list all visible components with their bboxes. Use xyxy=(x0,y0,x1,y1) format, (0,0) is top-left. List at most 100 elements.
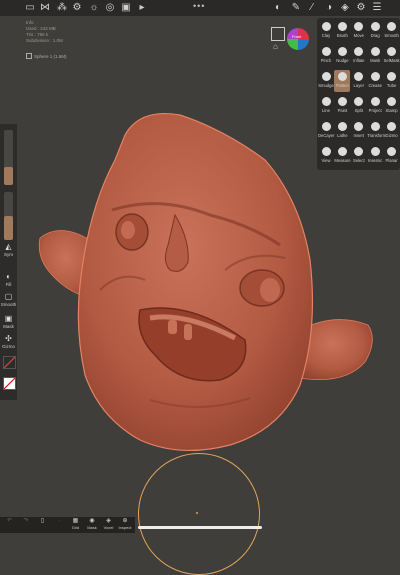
tool-lathe[interactable]: Lathe xyxy=(334,120,350,142)
mask-toggle-icon: ◉ xyxy=(89,518,95,524)
tool-label: Stamp xyxy=(385,108,398,113)
tool-label: Brush xyxy=(336,33,348,38)
tool-measure[interactable]: Measure xyxy=(334,145,351,167)
selmask-icon xyxy=(387,47,397,56)
mask-label: Mask xyxy=(3,324,14,329)
mask-icon[interactable]: ▣ xyxy=(4,314,13,323)
tool-label: Insemic xyxy=(367,158,383,163)
tool-gizmo[interactable]: Gizmo xyxy=(384,120,400,142)
bottom-toolbar: ↶ ↷ ▯ · ▦ Grid ◉ Mask ◈ Voxel ⊕ Inspect xyxy=(0,517,135,533)
tool-smudge[interactable]: Smudge xyxy=(318,70,334,92)
paint-icon xyxy=(337,97,347,106)
transform-icon xyxy=(370,122,380,131)
bottom-label: Inspect xyxy=(118,525,132,530)
symmetry-icon[interactable]: ◭ xyxy=(4,242,13,251)
radius-slider[interactable] xyxy=(4,130,13,185)
camera-icon xyxy=(321,147,331,156)
tool-crease[interactable]: Crease xyxy=(367,70,383,92)
tool-project[interactable]: Project xyxy=(367,95,383,117)
insert-icon xyxy=(354,122,364,131)
bottom-blank-button[interactable]: · xyxy=(52,518,67,525)
tool-label: Planar xyxy=(385,158,398,163)
tool-label: Lathe xyxy=(337,133,348,138)
bottom-grid-button[interactable]: ▦ Grid xyxy=(68,518,83,530)
tool-label: Paint xyxy=(337,108,348,113)
tool-label: Smudge xyxy=(318,83,334,88)
tool-drag[interactable]: Drag xyxy=(367,20,383,42)
tool-smooth[interactable]: Smooth xyxy=(384,20,400,42)
tool-tube[interactable]: Tube xyxy=(384,70,400,92)
tool-insert[interactable]: Insert xyxy=(351,120,367,142)
smooth-icon xyxy=(387,22,397,31)
voxel-icon: ◈ xyxy=(106,518,111,524)
bottom-mask-toggle-button[interactable]: ◉ Mask xyxy=(85,518,100,530)
tool-label: Mask xyxy=(370,58,381,63)
tool-label: Insert xyxy=(353,133,365,138)
smooth-label: Smooth xyxy=(0,302,17,307)
radius-fill xyxy=(4,167,13,185)
mask-icon xyxy=(370,47,380,56)
smudge-icon xyxy=(321,72,331,81)
tool-flatten[interactable]: Flatten xyxy=(334,70,351,92)
tools-panel: Clay Brush Move Drag Smooth Pinch Nudge Inflate… xyxy=(317,18,400,170)
tool-pinch[interactable]: Pinch xyxy=(318,45,334,67)
tool-label: Select xyxy=(352,158,365,163)
tool-selmask[interactable]: SelMask xyxy=(384,45,400,67)
tool-line[interactable]: Line xyxy=(318,95,334,117)
gizmo-label-left: Gizmo xyxy=(1,344,15,349)
file-icon: ▯ xyxy=(40,518,45,524)
clay-icon xyxy=(321,22,331,31)
tool-decayer[interactable]: DeCayer xyxy=(318,120,335,142)
bottom-label: Grid xyxy=(71,525,80,530)
bottom-inspect-button[interactable]: ⊕ Inspect xyxy=(118,518,133,530)
tool-planar[interactable]: Planar xyxy=(384,145,400,167)
bottom-voxel-button[interactable]: ◈ Voxel xyxy=(101,518,116,530)
move-icon xyxy=(354,22,364,31)
tool-label: Nudge xyxy=(336,58,349,63)
inspect-icon: ⊕ xyxy=(122,518,128,524)
tool-brush[interactable]: Brush xyxy=(334,20,350,42)
fill-label: Fill xyxy=(5,282,12,287)
tool-label: Measure xyxy=(334,158,351,163)
tool-label: View xyxy=(321,158,331,163)
tool-transform[interactable]: Transform xyxy=(367,120,386,142)
bottom-file-button[interactable]: ▯ xyxy=(35,518,50,525)
bottom-undo-button[interactable]: ↶ xyxy=(2,518,17,525)
blank-icon: · xyxy=(58,518,60,524)
primary-color-swatch[interactable] xyxy=(3,377,16,390)
tool-mask[interactable]: Mask xyxy=(367,45,383,67)
tool-select[interactable]: Select xyxy=(351,145,367,167)
layer-icon xyxy=(354,72,364,81)
project-icon xyxy=(370,97,380,106)
tool-label: Crease xyxy=(368,83,382,88)
tool-label: Move xyxy=(353,33,364,38)
gizmo-icon[interactable]: ✣ xyxy=(4,334,13,343)
tube-icon xyxy=(387,72,397,81)
tool-label: Flatten xyxy=(335,83,349,88)
secondary-color-swatch[interactable] xyxy=(3,356,16,369)
home-indicator xyxy=(138,526,262,529)
tool-stamp[interactable]: Stamp xyxy=(384,95,400,117)
sym-label: Sym xyxy=(4,252,13,257)
tool-layer[interactable]: Layer xyxy=(351,70,367,92)
tool-move[interactable]: Move xyxy=(351,20,367,42)
intensity-slider[interactable] xyxy=(4,192,13,240)
smooth-icon[interactable]: ▢ xyxy=(4,292,13,301)
tool-insemic[interactable]: Insemic xyxy=(367,145,383,167)
fill-icon[interactable]: ◐ xyxy=(4,272,13,281)
tool-label: Project xyxy=(368,108,382,113)
tool-label: Inflate xyxy=(353,58,365,63)
tool-inflate[interactable]: Inflate xyxy=(351,45,367,67)
tool-clay[interactable]: Clay xyxy=(318,20,334,42)
bottom-redo-button[interactable]: ↷ xyxy=(19,518,34,525)
intensity-fill xyxy=(4,216,13,240)
tool-view[interactable]: View xyxy=(318,145,334,167)
lathe-icon xyxy=(337,122,347,131)
tool-paint[interactable]: Paint xyxy=(334,95,350,117)
bottom-label: Mask xyxy=(87,525,97,530)
tool-label: Clay xyxy=(321,33,331,38)
tool-nudge[interactable]: Nudge xyxy=(334,45,350,67)
pinch-icon xyxy=(321,47,331,56)
tool-label: DeCayer xyxy=(318,133,335,138)
tool-split[interactable]: Split xyxy=(351,95,367,117)
